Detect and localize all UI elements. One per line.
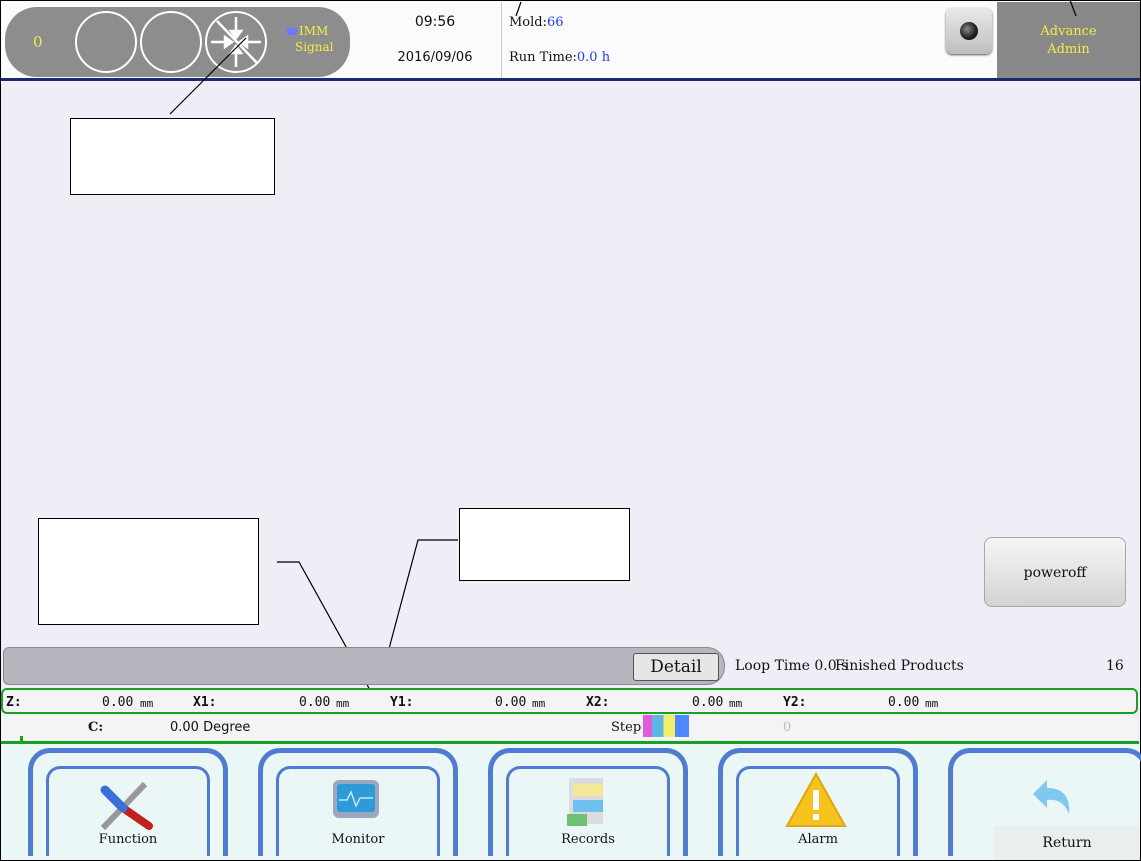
return-arrow-icon [1033, 780, 1070, 814]
clock-time: 09:56 [414, 14, 456, 30]
signal-counter: 0 [33, 33, 43, 51]
imm-signal-label: IMM Signal [287, 23, 333, 55]
nav-monitor-label: Monitor [331, 832, 385, 847]
step-label: Step [611, 720, 642, 735]
warning-icon [785, 771, 847, 827]
axis-c-label: C: [88, 720, 104, 735]
monitor-icon [333, 780, 379, 818]
user-level-label: Advance [1040, 24, 1097, 39]
axis-z-label: Z: [6, 695, 22, 710]
detail-button[interactable]: Detail [633, 653, 719, 681]
callout-box-status [459, 508, 630, 581]
axis-y2-label: Y2: [783, 695, 807, 710]
user-role-label: Admin [1047, 42, 1090, 57]
nav-alarm-label: Alarm [798, 832, 838, 847]
axis-z-value: 0.00 [102, 695, 134, 710]
render-artifact [643, 715, 689, 737]
finished-products-label: Finished Products [835, 658, 964, 674]
header-separator [501, 2, 502, 78]
camera-icon [960, 22, 978, 40]
converging-arrows-icon [211, 17, 261, 67]
loop-time-text: Loop Time 0.0 s [735, 658, 849, 674]
run-time-info: Run Time:0.0 h [509, 50, 611, 65]
axis-y2-unit: mm [925, 697, 939, 710]
nav-return-label[interactable]: Return [994, 826, 1140, 860]
axis-z-unit: mm [140, 697, 154, 710]
user-level-button[interactable]: Advance Admin [997, 2, 1140, 78]
header-divider [1, 78, 1140, 81]
nav-records-button[interactable]: Records [478, 748, 696, 858]
nav-function-label: Function [98, 832, 158, 847]
axis-y1-value: 0.00 [495, 695, 527, 710]
nav-monitor-button[interactable]: Monitor [248, 748, 466, 858]
tools-icon [100, 781, 153, 831]
nav-alarm-button[interactable]: Alarm [708, 748, 926, 858]
poweroff-button[interactable]: poweroff [984, 537, 1126, 607]
mold-info: Mold:66 [509, 15, 564, 30]
axis-x2-value: 0.00 [692, 695, 724, 710]
axis-x2-label: X2: [586, 695, 610, 710]
axis-y2-value: 0.00 [888, 695, 920, 710]
run-time-value: 0.0 h [576, 50, 611, 65]
clock-date: 2016/09/06 [397, 50, 473, 65]
nav-records-label: Records [561, 832, 615, 847]
alarm-message-bar [3, 647, 725, 685]
step-value: 0 [783, 720, 792, 735]
camera-button[interactable] [946, 8, 992, 54]
mold-value: 66 [547, 15, 564, 30]
axis-x2-unit: mm [729, 697, 743, 710]
axis-y1-unit: mm [532, 697, 546, 710]
callout-box-axis [38, 518, 259, 625]
signal-light-1 [75, 11, 137, 73]
axis-y1-label: Y1: [390, 695, 414, 710]
imm-indicator-icon [287, 28, 297, 35]
axis-x1-unit: mm [336, 697, 350, 710]
signal-light-2 [140, 11, 202, 73]
axis-position-panel [1, 688, 1138, 714]
axis-c-value: 0.00 Degree [170, 720, 251, 735]
callout-box-signal [70, 118, 275, 195]
axis-x1-label: X1: [193, 695, 217, 710]
signal-indicator-panel: 0 IMM Signal [5, 7, 350, 77]
finished-products-count: 16 [1106, 658, 1124, 674]
axis-x1-value: 0.00 [299, 695, 331, 710]
nav-function-button[interactable]: Function [18, 748, 236, 858]
records-icon [567, 778, 603, 826]
